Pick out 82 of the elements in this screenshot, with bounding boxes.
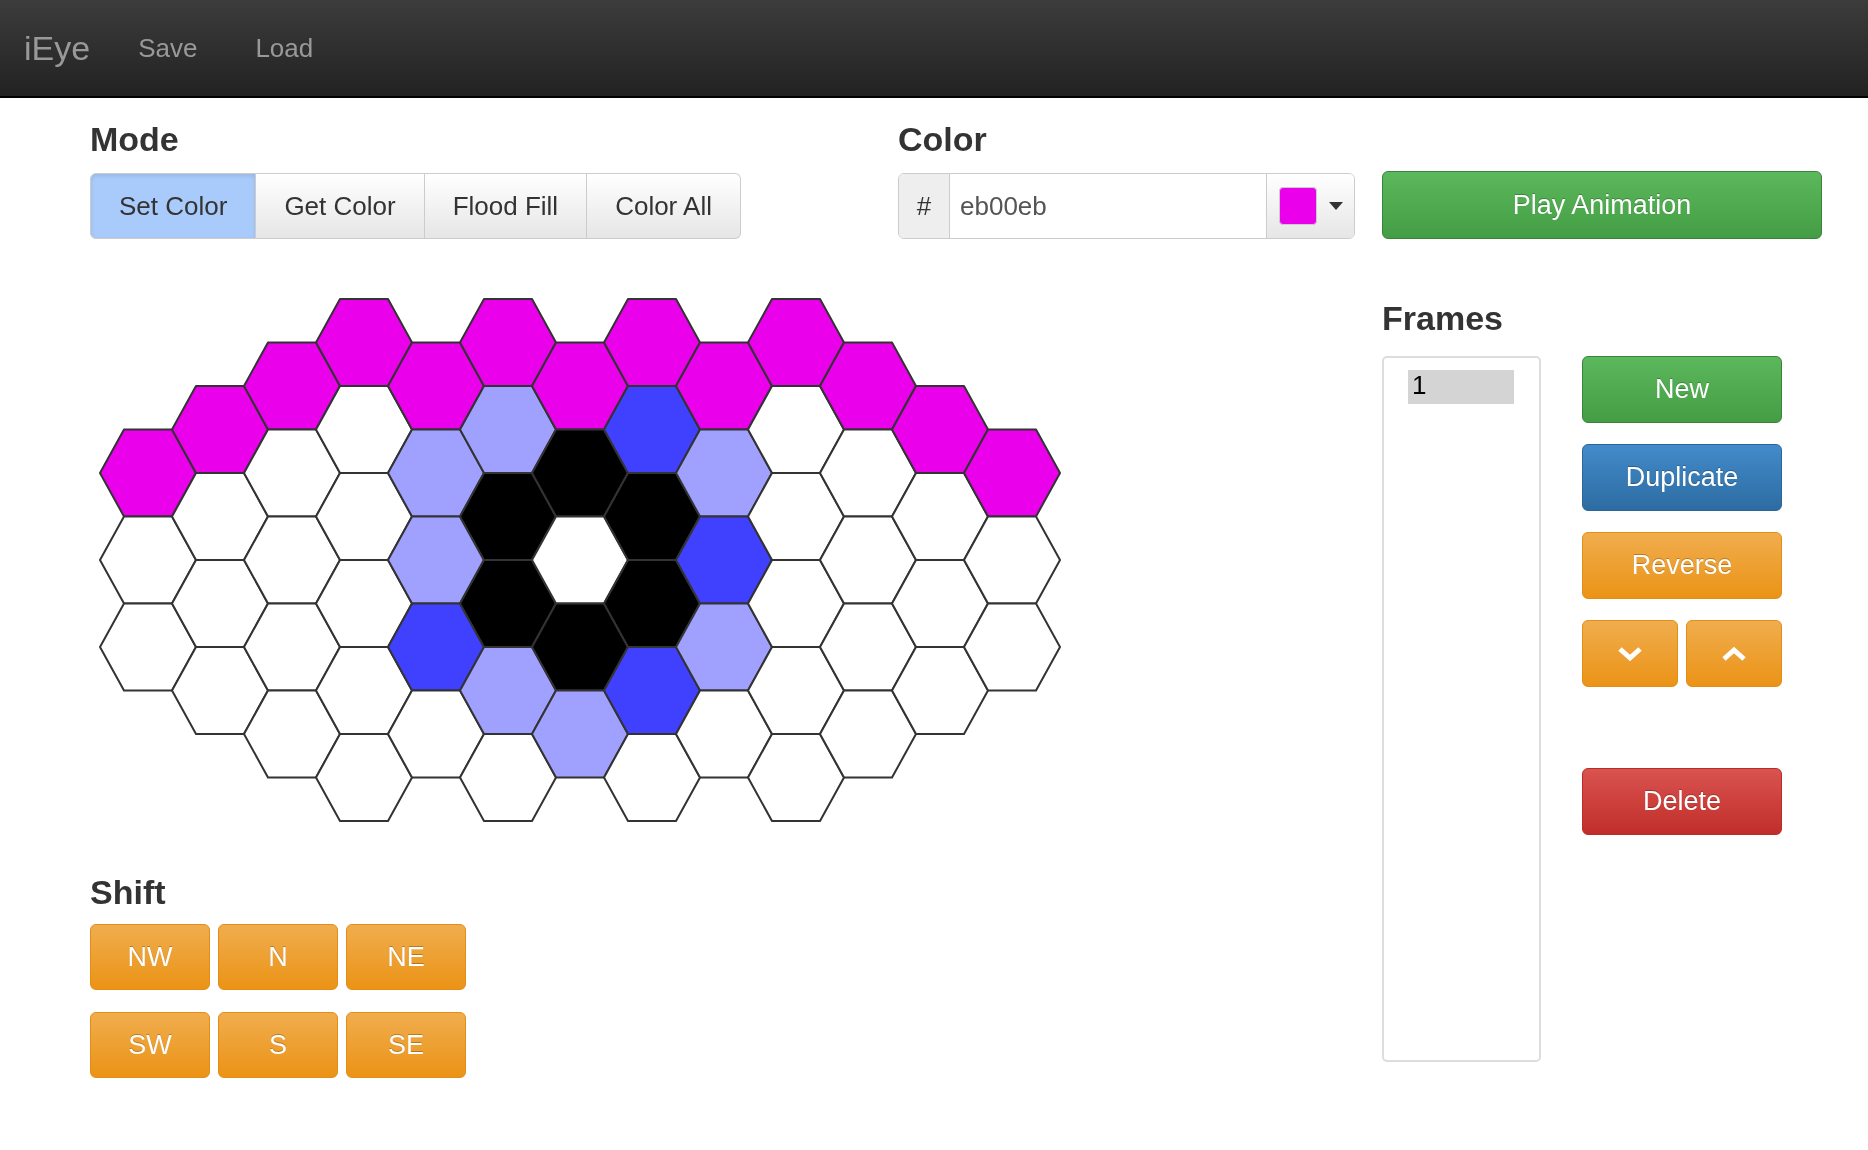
mode-button[interactable]: Get Color — [256, 173, 425, 239]
hex-cell[interactable] — [675, 341, 773, 431]
hex-cell[interactable] — [891, 646, 989, 735]
hex-cell[interactable] — [675, 689, 773, 779]
hex-cell[interactable] — [603, 472, 701, 561]
section-heading: Mode — [90, 120, 180, 159]
hex-cell[interactable] — [171, 646, 269, 735]
hex-cell[interactable] — [819, 428, 917, 518]
hex-cell[interactable] — [531, 428, 629, 518]
frame-list[interactable]: 1 — [1382, 356, 1541, 1062]
hex-cell[interactable] — [171, 385, 269, 474]
hex-cell[interactable] — [747, 385, 845, 474]
hex-cell[interactable] — [315, 385, 413, 474]
hex-cell[interactable] — [747, 298, 845, 387]
nav-link[interactable]: Save — [138, 32, 198, 64]
hex-cell[interactable] — [243, 341, 341, 431]
chevron-up-icon — [1721, 645, 1747, 662]
hex-cell[interactable] — [603, 385, 701, 474]
hex-cell[interactable] — [747, 733, 845, 822]
hex-cell[interactable] — [819, 689, 917, 779]
hex-cell[interactable] — [747, 646, 845, 735]
mode-button[interactable]: Flood Fill — [424, 173, 588, 239]
hex-cell[interactable] — [171, 472, 269, 561]
hex-cell[interactable] — [243, 689, 341, 779]
chevron-down-icon — [1617, 645, 1643, 662]
hex-cell[interactable] — [459, 733, 557, 822]
hex-cell[interactable] — [675, 602, 773, 692]
hex-cell[interactable] — [99, 515, 197, 605]
hex-cell[interactable] — [315, 646, 413, 735]
hex-cell[interactable] — [387, 428, 485, 518]
hex-cell[interactable] — [531, 602, 629, 692]
hex-cell[interactable] — [387, 515, 485, 605]
hex-cell[interactable] — [891, 385, 989, 474]
hex-cell[interactable] — [603, 733, 701, 822]
hex-cell[interactable] — [963, 602, 1061, 692]
hex-cell[interactable] — [243, 602, 341, 692]
hex-cell[interactable] — [459, 472, 557, 561]
hex-cell[interactable] — [891, 559, 989, 648]
hex-cell[interactable] — [459, 559, 557, 648]
hex-cell[interactable] — [819, 515, 917, 605]
hex-cell[interactable] — [171, 559, 269, 648]
hex-cell[interactable] — [243, 428, 341, 518]
hex-cell[interactable] — [603, 646, 701, 735]
hex-cell[interactable] — [819, 602, 917, 692]
hex-cell[interactable] — [243, 515, 341, 605]
mode-button[interactable]: Color All — [587, 173, 741, 239]
hex-cell[interactable] — [459, 646, 557, 735]
hex-cell[interactable] — [531, 341, 629, 431]
hex-cell[interactable] — [99, 428, 197, 518]
mode-button[interactable]: Set Color — [90, 173, 257, 239]
frame-button[interactable]: Duplicate — [1582, 444, 1782, 511]
section-heading: Color — [898, 120, 988, 159]
hex-cell[interactable] — [531, 515, 629, 605]
brand-link[interactable]: iEye — [24, 28, 91, 68]
hex-cell[interactable] — [531, 689, 629, 779]
frame-item[interactable]: 1 — [1408, 370, 1514, 404]
hex-cell[interactable] — [747, 472, 845, 561]
hex-cell[interactable] — [315, 559, 413, 648]
section-heading: Frames — [1382, 299, 1504, 338]
nav-link[interactable]: Load — [255, 32, 314, 64]
hex-cell[interactable] — [459, 385, 557, 474]
hex-cell[interactable] — [747, 559, 845, 648]
hex-cell[interactable] — [819, 341, 917, 431]
hex-cell[interactable] — [675, 515, 773, 605]
hex-cell[interactable] — [387, 602, 485, 692]
delete-button[interactable]: Delete — [1582, 768, 1782, 835]
hex-cell[interactable] — [315, 472, 413, 561]
hex-cell[interactable] — [675, 428, 773, 518]
hex-cell[interactable] — [603, 559, 701, 648]
frame-button[interactable]: New — [1582, 356, 1782, 423]
play-animation-button[interactable]: Play Animation — [1382, 171, 1822, 239]
hex-cell[interactable] — [891, 472, 989, 561]
hex-cell[interactable] — [387, 689, 485, 779]
hex-cell[interactable] — [963, 428, 1061, 518]
hex-cell[interactable] — [315, 298, 413, 387]
hex-cell[interactable] — [387, 341, 485, 431]
hex-cell[interactable] — [99, 602, 197, 692]
hex-cell[interactable] — [603, 298, 701, 387]
hex-cell[interactable] — [963, 515, 1061, 605]
section-heading: Shift — [90, 873, 167, 912]
hex-cell[interactable] — [315, 733, 413, 822]
hex-cell[interactable] — [459, 298, 557, 387]
